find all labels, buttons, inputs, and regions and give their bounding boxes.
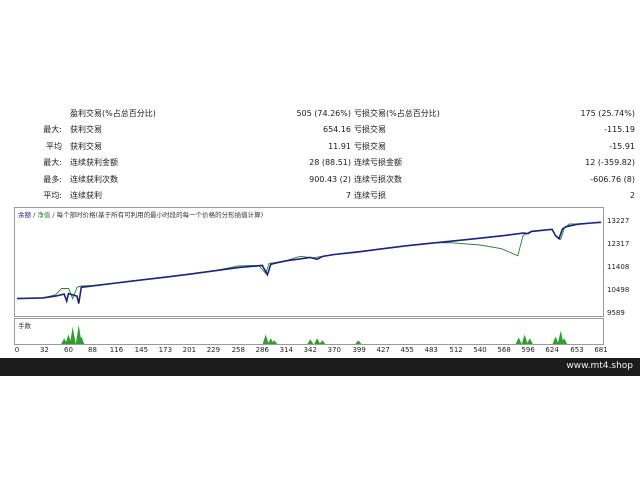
lots-bar — [526, 338, 533, 344]
stat-left-value: 505 (74.26%) — [296, 109, 351, 118]
y-tick-label: 9589 — [607, 309, 625, 317]
stats-row: 最大: 获利交易 654.16 亏损交易 -115.19 — [0, 122, 640, 138]
x-tick-label: 145 — [134, 346, 149, 354]
stat-right-value: -115.19 — [604, 125, 635, 135]
x-tick-label: 173 — [158, 346, 173, 354]
stat-left-value: 900.43 (2) — [309, 174, 351, 184]
stat-prefix: 平均: — [43, 191, 62, 200]
x-tick-label: 568 — [497, 346, 511, 354]
stat-right-label: 亏损交易 — [354, 125, 386, 135]
stat-left-value: 28 (88.51) — [309, 158, 351, 168]
stats-row: 平均: 连续获利 7 连续亏损 2 — [0, 188, 640, 204]
lots-bar — [521, 334, 528, 344]
x-tick-label: 258 — [231, 346, 245, 354]
y-tick-label: 10498 — [607, 286, 630, 295]
y-tick-label: 13227 — [607, 217, 630, 226]
stat-right-label: 亏损交易(%占总百分比) — [354, 109, 440, 118]
lots-bar — [319, 340, 326, 344]
x-tick-label: 88 — [87, 346, 97, 354]
lots-bar — [307, 339, 314, 344]
x-tick-label: 540 — [473, 346, 487, 354]
x-tick-label: 427 — [376, 346, 390, 354]
stat-right-value: 12 (-359.82) — [585, 158, 635, 168]
stat-prefix: 平均 — [46, 141, 62, 151]
lots-bar — [314, 338, 321, 344]
x-tick-label: 229 — [206, 346, 221, 354]
stats-row: 平均 获利交易 11.91 亏损交易 -15.91 — [0, 139, 640, 155]
x-tick-label: 342 — [303, 346, 317, 354]
x-tick-label: 370 — [327, 346, 341, 354]
x-tick-label: 116 — [109, 346, 124, 354]
stat-right-label: 连续亏损金额 — [354, 158, 402, 168]
footer-site-label: www.mt4.shop — [566, 361, 633, 371]
stat-right-label: 连续亏损 — [354, 191, 386, 200]
stats-table: 盈利交易(%占总百分比) 505 (74.26%) 亏损交易(%占总百分比) 175 … — [0, 106, 640, 206]
stat-left-value: 654.16 — [323, 125, 351, 135]
balance-chart-panel: 余额 / 净值 / 每个部时价格(基于所有可利用的最小时段的每一个价格的分形插值… — [14, 207, 604, 317]
stat-right-value: 175 (25.74%) — [580, 109, 635, 118]
x-tick-label: 681 — [594, 346, 608, 354]
stats-row: 盈利交易(%占总百分比) 505 (74.26%) 亏损交易(%占总百分比) 175 … — [0, 106, 640, 122]
stat-left-label: 连续获利次数 — [70, 174, 118, 184]
stat-left-label: 连续获利 — [70, 191, 102, 200]
stat-prefix: 最大: — [43, 125, 62, 135]
lots-bar — [355, 340, 362, 344]
stat-left-value: 7 — [345, 191, 351, 200]
x-tick-label: 201 — [182, 346, 197, 354]
x-tick-label: 314 — [279, 346, 293, 354]
x-tick-label: 512 — [449, 346, 463, 354]
lots-chart-panel: 手数 — [14, 318, 604, 345]
lots-bar — [515, 337, 522, 344]
balance-chart-svg — [16, 221, 602, 304]
stat-left-label: 连续获利金额 — [70, 158, 118, 168]
stat-left-label: 获利交易 — [70, 141, 102, 151]
x-tick-label: 399 — [352, 346, 366, 354]
lots-bar — [552, 336, 559, 344]
stat-right-label: 亏损交易 — [354, 141, 386, 151]
stat-left-label: 盈利交易(%占总百分比) — [70, 109, 156, 118]
balance-line — [16, 221, 602, 304]
stat-left-value: 11.91 — [328, 141, 351, 151]
x-tick-label: 32 — [39, 346, 49, 354]
stat-prefix: 最大: — [43, 158, 62, 168]
x-tick-label: 60 — [63, 346, 73, 354]
x-tick-label: 624 — [545, 346, 559, 354]
x-tick-label: 455 — [400, 346, 414, 354]
stats-row: 最大: 连续获利金额 28 (88.51) 连续亏损金额 12 (-359.82) — [0, 155, 640, 171]
x-tick-label: 653 — [570, 346, 584, 354]
stat-right-value: 2 — [629, 191, 635, 200]
y-tick-label: 12317 — [607, 240, 630, 249]
footer-bar: www.mt4.shop — [0, 358, 640, 376]
lots-chart-svg — [61, 325, 568, 344]
x-tick-label: 0 — [14, 346, 20, 354]
stat-right-value: -15.91 — [609, 141, 635, 151]
lots-bar — [69, 326, 76, 344]
equity-line — [16, 221, 602, 300]
x-tick-label: 596 — [521, 346, 535, 354]
stat-prefix: 最多: — [43, 174, 62, 184]
stat-right-value: -606.76 (8) — [590, 174, 635, 184]
lots-bar — [262, 334, 269, 344]
stats-row: 最多: 连续获利次数 900.43 (2) 连续亏损次数 -606.76 (8) — [0, 172, 640, 188]
x-tick-label: 483 — [424, 346, 438, 354]
stat-left-label: 获利交易 — [70, 125, 102, 135]
x-tick-label: 286 — [255, 346, 269, 354]
y-tick-label: 11408 — [607, 263, 630, 272]
stat-right-label: 连续亏损次数 — [354, 174, 402, 184]
